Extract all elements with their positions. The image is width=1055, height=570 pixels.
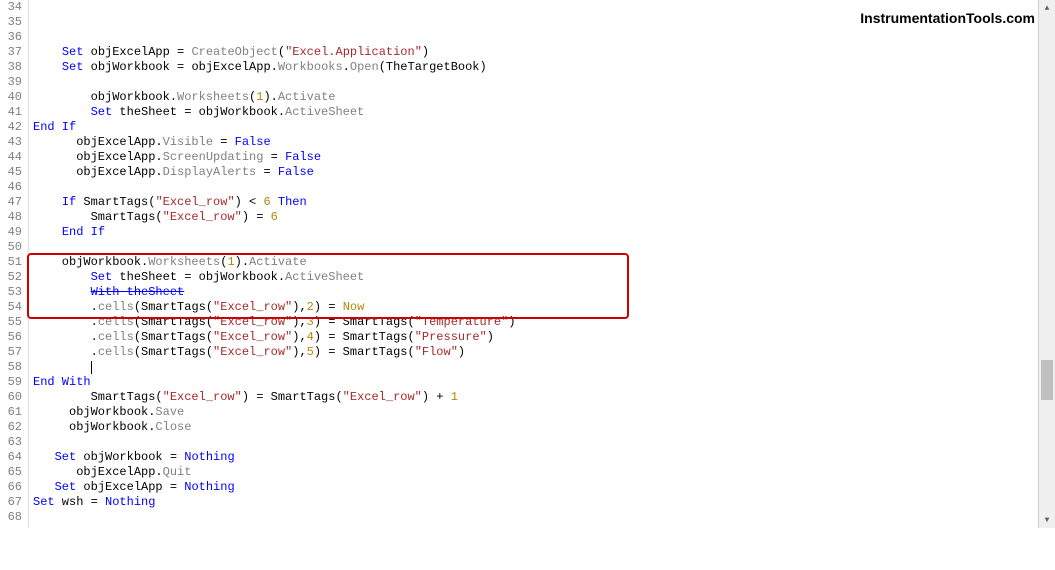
line-number: 45 bbox=[2, 165, 22, 180]
code-line[interactable] bbox=[33, 435, 1040, 450]
line-number: 50 bbox=[2, 240, 22, 255]
code-line[interactable] bbox=[33, 240, 1040, 255]
line-number: 35 bbox=[2, 15, 22, 30]
code-line[interactable]: Set theSheet = objWorkbook.ActiveSheet bbox=[33, 105, 1040, 120]
code-line[interactable] bbox=[33, 510, 1040, 525]
code-line[interactable]: If SmartTags("Excel_row") < 6 Then bbox=[33, 195, 1040, 210]
code-text-area[interactable]: Set objExcelApp = CreateObject("Excel.Ap… bbox=[29, 0, 1040, 528]
line-number: 62 bbox=[2, 420, 22, 435]
line-number: 56 bbox=[2, 330, 22, 345]
watermark-label: InstrumentationTools.com bbox=[860, 10, 1035, 26]
code-line[interactable]: .cells(SmartTags("Excel_row"),3) = Smart… bbox=[33, 315, 1040, 330]
line-number: 55 bbox=[2, 315, 22, 330]
line-number: 36 bbox=[2, 30, 22, 45]
code-line[interactable]: .cells(SmartTags("Excel_row"),2) = Now bbox=[33, 300, 1040, 315]
line-number: 44 bbox=[2, 150, 22, 165]
line-number: 52 bbox=[2, 270, 22, 285]
line-number: 53 bbox=[2, 285, 22, 300]
code-line[interactable]: objWorkbook.Close bbox=[33, 420, 1040, 435]
line-number: 38 bbox=[2, 60, 22, 75]
code-line[interactable]: Set objExcelApp = Nothing bbox=[33, 480, 1040, 495]
line-number: 64 bbox=[2, 450, 22, 465]
line-number: 43 bbox=[2, 135, 22, 150]
line-number-gutter: 3435363738394041424344454647484950515253… bbox=[0, 0, 29, 528]
line-number: 46 bbox=[2, 180, 22, 195]
code-line[interactable]: objWorkbook.Save bbox=[33, 405, 1040, 420]
line-number: 49 bbox=[2, 225, 22, 240]
line-number: 68 bbox=[2, 510, 22, 525]
scroll-up-arrow[interactable]: ▲ bbox=[1039, 0, 1055, 16]
line-number: 37 bbox=[2, 45, 22, 60]
code-line[interactable]: End If bbox=[33, 225, 1040, 240]
scroll-down-arrow[interactable]: ▼ bbox=[1039, 512, 1055, 528]
code-line[interactable]: With theSheet bbox=[33, 285, 1040, 300]
scroll-thumb[interactable] bbox=[1041, 360, 1053, 400]
text-cursor bbox=[91, 361, 92, 374]
line-number: 59 bbox=[2, 375, 22, 390]
line-number: 54 bbox=[2, 300, 22, 315]
code-line[interactable]: SmartTags("Excel_row") = SmartTags("Exce… bbox=[33, 390, 1040, 405]
code-line[interactable]: SmartTags("Excel_row") = 6 bbox=[33, 210, 1040, 225]
line-number: 65 bbox=[2, 465, 22, 480]
code-line[interactable] bbox=[33, 75, 1040, 90]
code-line[interactable]: objExcelApp.Visible = False bbox=[33, 135, 1040, 150]
code-line[interactable]: .cells(SmartTags("Excel_row"),4) = Smart… bbox=[33, 330, 1040, 345]
code-line[interactable] bbox=[33, 540, 1040, 555]
line-number: 34 bbox=[2, 0, 22, 15]
line-number: 42 bbox=[2, 120, 22, 135]
code-line[interactable]: End If bbox=[33, 120, 1040, 135]
code-line[interactable]: Set objWorkbook = Nothing bbox=[33, 450, 1040, 465]
code-line[interactable]: objExcelApp.Quit bbox=[33, 465, 1040, 480]
line-number: 47 bbox=[2, 195, 22, 210]
line-number: 63 bbox=[2, 435, 22, 450]
line-number: 67 bbox=[2, 495, 22, 510]
line-number: 51 bbox=[2, 255, 22, 270]
code-line[interactable]: End With bbox=[33, 375, 1040, 390]
code-line[interactable]: objWorkbook.Worksheets(1).Activate bbox=[33, 90, 1040, 105]
line-number: 60 bbox=[2, 390, 22, 405]
code-line[interactable] bbox=[33, 180, 1040, 195]
code-line[interactable]: Set objExcelApp = CreateObject("Excel.Ap… bbox=[33, 45, 1040, 60]
code-line[interactable] bbox=[33, 555, 1040, 570]
code-line[interactable]: Set wsh = Nothing bbox=[33, 495, 1040, 510]
code-line[interactable]: objExcelApp.ScreenUpdating = False bbox=[33, 150, 1040, 165]
code-line[interactable] bbox=[33, 360, 1040, 375]
code-line[interactable]: objWorkbook.Worksheets(1).Activate bbox=[33, 255, 1040, 270]
line-number: 39 bbox=[2, 75, 22, 90]
vertical-scrollbar[interactable]: ▲ ▼ bbox=[1038, 0, 1055, 528]
line-number: 40 bbox=[2, 90, 22, 105]
code-line[interactable]: objExcelApp.DisplayAlerts = False bbox=[33, 165, 1040, 180]
line-number: 58 bbox=[2, 360, 22, 375]
code-line[interactable]: Set objWorkbook = objExcelApp.Workbooks.… bbox=[33, 60, 1040, 75]
line-number: 48 bbox=[2, 210, 22, 225]
code-line[interactable]: .cells(SmartTags("Excel_row"),5) = Smart… bbox=[33, 345, 1040, 360]
line-number: 61 bbox=[2, 405, 22, 420]
line-number: 66 bbox=[2, 480, 22, 495]
code-line[interactable] bbox=[33, 525, 1040, 540]
line-number: 41 bbox=[2, 105, 22, 120]
code-editor[interactable]: 3435363738394041424344454647484950515253… bbox=[0, 0, 1040, 528]
code-line[interactable]: Set theSheet = objWorkbook.ActiveSheet bbox=[33, 270, 1040, 285]
line-number: 57 bbox=[2, 345, 22, 360]
